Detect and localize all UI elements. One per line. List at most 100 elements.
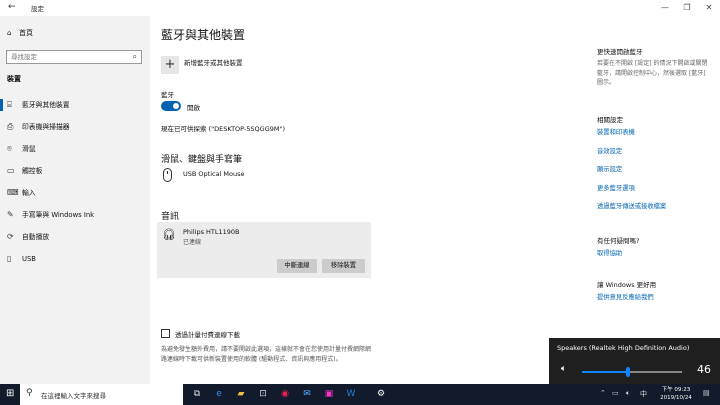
- sidebar-item-label: 印表機與掃描器: [22, 123, 70, 131]
- right-panel: 更快速開啟藍牙 若要在不開啟 [設定] 的情況下開啟或關閉藍牙，請開啟控制中心，…: [597, 16, 717, 336]
- sidebar-item[interactable]: ⌨ 輸入: [0, 182, 150, 204]
- related-settings-title: 相關設定: [597, 116, 623, 124]
- section-heading: 裝置: [7, 75, 21, 83]
- feedback-link[interactable]: 提供意見反應給我們: [597, 292, 654, 301]
- discoverable-text: 現在已可供探索 ("DESKTOP-5SQGG9M"): [161, 125, 286, 133]
- audio-device-status: 已連線: [183, 239, 202, 246]
- add-device-label[interactable]: 新增藍牙或其他裝置: [184, 57, 243, 67]
- volume-slider[interactable]: [582, 367, 682, 377]
- touchpad-icon: ▭: [7, 166, 15, 175]
- time: 下午 09:23: [661, 387, 691, 393]
- search-input[interactable]: [7, 51, 125, 63]
- volume-level: 46: [697, 363, 711, 376]
- mouse-section-title: 滑鼠、鍵盤與手寫筆: [161, 155, 243, 165]
- sidebar-item-label: 輸入: [22, 189, 36, 197]
- feedback-title: 讓 Windows 更好用: [597, 281, 657, 289]
- search-icon[interactable]: ⌕: [133, 52, 137, 62]
- disconnect-button[interactable]: 中斷連線: [277, 259, 317, 273]
- home-link[interactable]: ⌂ 首頁: [7, 28, 33, 38]
- sidebar-item-label: 手寫筆與 Windows Ink: [22, 211, 95, 219]
- main-content: 藍牙與其他裝置 + 新增藍牙或其他裝置 藍牙 開啟 現在已可供探索 ("DESK…: [157, 16, 580, 384]
- sidebar-item[interactable]: ⟳ 自動播放: [0, 226, 150, 248]
- tray-chevron-icon[interactable]: ⌃: [600, 389, 606, 397]
- mouse-icon: [163, 168, 172, 182]
- word-icon[interactable]: W: [340, 384, 362, 405]
- back-arrow-icon[interactable]: ←: [8, 2, 16, 12]
- sidebar-item-label: 自動播放: [22, 233, 50, 241]
- task-view-icon[interactable]: ⧉: [186, 384, 208, 405]
- bluetooth-icon: ⌸: [7, 100, 12, 109]
- home-label: 首頁: [19, 29, 33, 37]
- related-link[interactable]: 顯示設定: [597, 164, 622, 173]
- related-link[interactable]: 音效設定: [597, 146, 622, 155]
- metered-label[interactable]: 透過計量付費連線下載: [175, 329, 240, 339]
- sidebar-item[interactable]: ▭ 觸控板: [0, 160, 150, 182]
- sidebar: ⌂ 首頁 ⌕ 裝置 ⌸ 藍牙與其他裝置 ⎙ 印表機與掃描器 ⌾ 滑鼠 ▭ 觸控板 ⌨輸入 ✎ 手寫筆與…: [0, 16, 150, 384]
- metered-note: 為避免發生額外費用，請不要開啟此選項，這樣就不會在您使用計量付費網際網路連線時下…: [161, 346, 372, 363]
- remove-device-button[interactable]: 移除裝置: [322, 259, 365, 273]
- add-device-button[interactable]: +: [161, 56, 179, 74]
- related-link[interactable]: 更多藍牙選項: [597, 183, 635, 192]
- sidebar-item[interactable]: ▯ USB: [0, 248, 150, 270]
- home-icon: ⌂: [7, 29, 12, 37]
- window-title: 設定: [31, 5, 44, 13]
- minimize-button[interactable]: —: [654, 0, 676, 16]
- speaker-icon[interactable]: 🔈︎: [561, 364, 566, 374]
- keyboard-icon: ⌨: [7, 188, 19, 197]
- headset-icon: 🎧︎: [162, 228, 176, 241]
- sidebar-item[interactable]: ✎ 手寫筆與 Windows Ink: [0, 204, 150, 226]
- taskbar-search[interactable]: ⚲ 在這裡輸入文字來搜尋: [20, 384, 183, 405]
- page-title: 藍牙與其他裝置: [161, 28, 246, 42]
- taskbar: ⊞ ⚲ 在這裡輸入文字來搜尋 ⧉ e ▰ ⊡ ◉ ✉ ▣ W ⚙ ⌃ ▭ 🔈︎ …: [0, 384, 720, 405]
- bluetooth-state: 開啟: [187, 104, 200, 112]
- volume-icon[interactable]: 🔈︎: [626, 389, 630, 398]
- sidebar-item[interactable]: ⎙ 印表機與掃描器: [0, 116, 150, 138]
- file-explorer-icon[interactable]: ▰: [230, 384, 252, 405]
- sidebar-item-label: 觸控板: [22, 167, 43, 175]
- settings-icon[interactable]: ⚙: [370, 384, 392, 405]
- faster-bluetooth-title: 更快速開啟藍牙: [597, 48, 643, 56]
- maximize-button[interactable]: ❐: [676, 0, 698, 16]
- title-bar: ← 設定 — ❐ ✕: [0, 0, 720, 16]
- search-box[interactable]: ⌕: [6, 50, 142, 64]
- store-icon[interactable]: ⊡: [252, 384, 274, 405]
- bluetooth-toggle[interactable]: [161, 101, 181, 111]
- usb-icon: ▯: [7, 254, 12, 263]
- bluetooth-label: 藍牙: [161, 91, 174, 99]
- network-icon[interactable]: ▭: [612, 389, 619, 397]
- plus-icon: +: [164, 57, 176, 72]
- related-link[interactable]: 透過藍牙傳送或接收檔案: [597, 201, 666, 210]
- photos-icon[interactable]: ▣: [318, 384, 340, 405]
- mail-icon[interactable]: ✉: [296, 384, 318, 405]
- faster-bluetooth-text: 若要在不開啟 [設定] 的情況下開啟或關閉藍牙，請開啟控制中心，然後選取 [藍牙…: [597, 60, 708, 86]
- printer-icon: ⎙: [7, 122, 14, 131]
- audio-device-card[interactable]: 🎧︎ Philips HTL1190B 已連線 中斷連線 移除裝置: [157, 222, 371, 278]
- mouse-icon: ⌾: [7, 144, 12, 153]
- audio-output-name[interactable]: Speakers (Realtek High Definition Audio): [557, 344, 689, 352]
- edge-icon[interactable]: e: [208, 384, 230, 405]
- clock[interactable]: 下午 09:23 2019/10/24: [656, 386, 696, 402]
- volume-thumb[interactable]: [626, 367, 630, 377]
- sidebar-item[interactable]: ⌸ 藍牙與其他裝置: [0, 94, 150, 116]
- mouse-device-name[interactable]: USB Optical Mouse: [183, 170, 245, 178]
- audio-device-name: Philips HTL1190B: [183, 228, 240, 236]
- date: 2019/10/24: [660, 395, 692, 401]
- sidebar-item-label: USB: [22, 255, 36, 263]
- notifications-icon[interactable]: ▤: [703, 389, 710, 397]
- sidebar-item-label: 滑鼠: [22, 145, 36, 153]
- close-button[interactable]: ✕: [698, 0, 720, 16]
- taskbar-search-placeholder: 在這裡輸入文字來搜尋: [41, 392, 106, 400]
- help-title: 有任何疑問嗎?: [597, 237, 640, 245]
- related-link[interactable]: 裝置和印表機: [597, 127, 635, 136]
- settings-window: ← 設定 — ❐ ✕ ⌂ 首頁 ⌕ 裝置 ⌸ 藍牙與其他裝置 ⎙ 印表機與掃描器 ⌾ 滑鼠 ▭…: [0, 0, 720, 384]
- autoplay-icon: ⟳: [7, 232, 14, 241]
- ime-icon[interactable]: 中: [640, 389, 647, 399]
- sidebar-item-label: 藍牙與其他裝置: [22, 101, 70, 109]
- get-help-link[interactable]: 取得協助: [597, 248, 622, 257]
- windows-start-icon[interactable]: ⊞: [6, 388, 14, 399]
- metered-checkbox[interactable]: [161, 329, 170, 338]
- media-player-icon[interactable]: ◉: [274, 384, 296, 405]
- search-icon: ⚲: [26, 388, 33, 398]
- audio-section-title: 音訊: [161, 212, 180, 222]
- sidebar-item[interactable]: ⌾ 滑鼠: [0, 138, 150, 160]
